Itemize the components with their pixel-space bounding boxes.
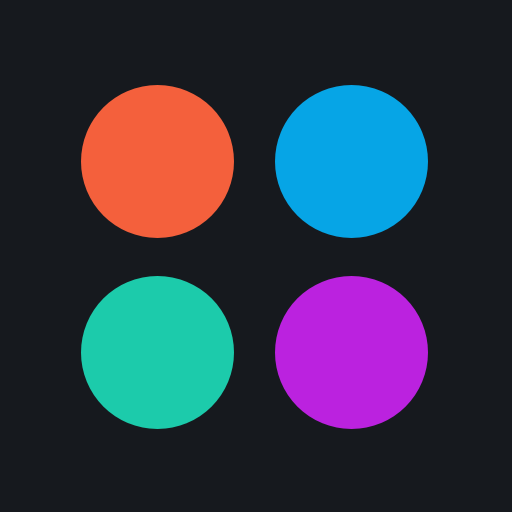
- teal-dot: [81, 276, 234, 429]
- blue-dot: [275, 85, 428, 238]
- purple-dot: [275, 276, 428, 429]
- app-icon: [0, 0, 512, 512]
- orange-dot: [81, 85, 234, 238]
